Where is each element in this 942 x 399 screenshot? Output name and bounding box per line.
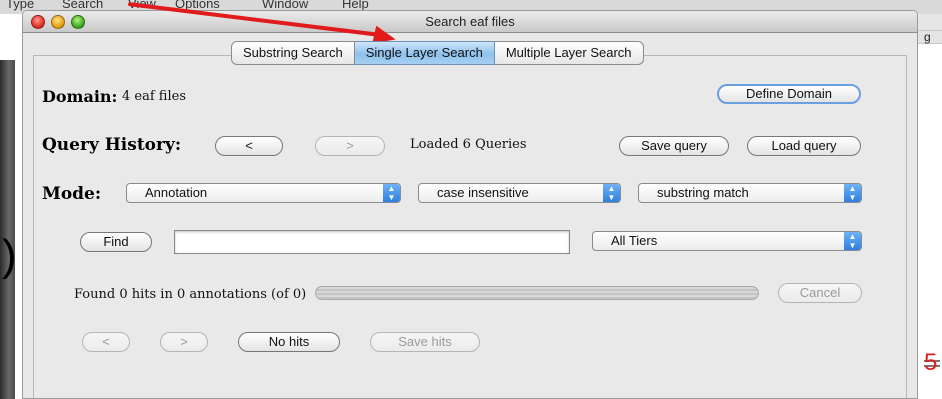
find-button[interactable]: Find (80, 232, 152, 252)
query-prev-button[interactable]: < (215, 136, 283, 156)
mode-type-select[interactable]: Annotation ▲ ▼ (126, 183, 401, 203)
query-next-button[interactable]: > (315, 136, 385, 156)
query-status: Loaded 6 Queries (410, 137, 527, 152)
window-title: Search eaf files (425, 14, 515, 29)
search-panel: Domain: 4 eaf files Define Domain Query … (33, 55, 907, 398)
load-query-button[interactable]: Load query (747, 136, 861, 156)
slide-bracket: ) (2, 231, 17, 280)
mode-type-value: Annotation (145, 185, 208, 200)
domain-label: Domain: (42, 87, 118, 106)
menu-search[interactable]: Search (62, 0, 103, 10)
search-input[interactable] (174, 230, 570, 254)
domain-value: 4 eaf files (122, 89, 186, 104)
slide-number: 5 (924, 349, 938, 376)
tab-substring-search[interactable]: Substring Search (231, 41, 355, 65)
case-select[interactable]: case insensitive ▲ ▼ (418, 183, 621, 203)
select-arrows-icon: ▲ ▼ (383, 184, 400, 202)
cancel-button[interactable]: Cancel (778, 283, 862, 303)
match-select[interactable]: substring match ▲ ▼ (638, 183, 862, 203)
menu-help[interactable]: Help (342, 0, 369, 10)
tab-single-layer-search[interactable]: Single Layer Search (354, 41, 495, 65)
menu-type[interactable]: Type (6, 0, 34, 10)
background-photo (0, 60, 15, 399)
case-value: case insensitive (437, 185, 529, 200)
menu-window[interactable]: Window (262, 0, 308, 10)
mode-label: Mode: (42, 184, 102, 204)
partial-text: g (924, 30, 931, 44)
tier-value: All Tiers (611, 233, 658, 248)
tier-select[interactable]: All Tiers ▲ ▼ (592, 231, 862, 251)
results-status: Found 0 hits in 0 annotations (of 0) (74, 287, 307, 302)
select-arrows-icon: ▲ ▼ (603, 184, 620, 202)
save-hits-button[interactable]: Save hits (370, 332, 480, 352)
query-history-label: Query History: (42, 135, 182, 155)
background-window-edge: g (918, 14, 942, 399)
select-arrows-icon: ▲ ▼ (844, 184, 861, 202)
tab-multiple-layer-search[interactable]: Multiple Layer Search (494, 41, 644, 65)
match-value: substring match (657, 185, 749, 200)
search-window: Search eaf files Substring Search Single… (22, 10, 918, 399)
hits-next-button[interactable]: > (160, 332, 208, 352)
hits-prev-button[interactable]: < (82, 332, 130, 352)
progress-bar (315, 286, 759, 300)
define-domain-button[interactable]: Define Domain (717, 84, 861, 104)
no-hits-button[interactable]: No hits (238, 332, 340, 352)
search-tabs: Substring Search Single Layer Search Mul… (231, 41, 644, 65)
title-bar[interactable]: Search eaf files (23, 11, 917, 33)
save-query-button[interactable]: Save query (619, 136, 729, 156)
select-arrows-icon: ▲ ▼ (844, 232, 861, 250)
